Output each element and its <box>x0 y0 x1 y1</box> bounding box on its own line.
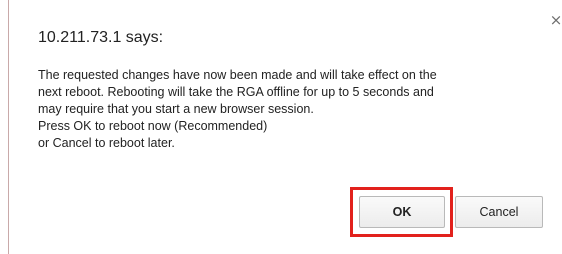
message-line: or Cancel to reboot later. <box>38 136 175 150</box>
dialog-message: The requested changes have now been made… <box>38 67 543 152</box>
message-line: Press OK to reboot now (Recommended) <box>38 119 268 133</box>
message-line: next reboot. Rebooting will take the RGA… <box>38 85 434 99</box>
dialog-title: 10.211.73.1 says: <box>38 29 164 46</box>
window-left-edge <box>8 0 9 254</box>
cancel-button[interactable]: Cancel <box>455 196 543 228</box>
message-line: may require that you start a new browser… <box>38 102 314 116</box>
alert-dialog: × 10.211.73.1 says: The requested change… <box>10 0 562 254</box>
ok-button[interactable]: OK <box>359 196 445 228</box>
message-line: The requested changes have now been made… <box>38 68 437 82</box>
page: × 10.211.73.1 says: The requested change… <box>0 0 562 254</box>
close-icon[interactable]: × <box>548 12 562 28</box>
